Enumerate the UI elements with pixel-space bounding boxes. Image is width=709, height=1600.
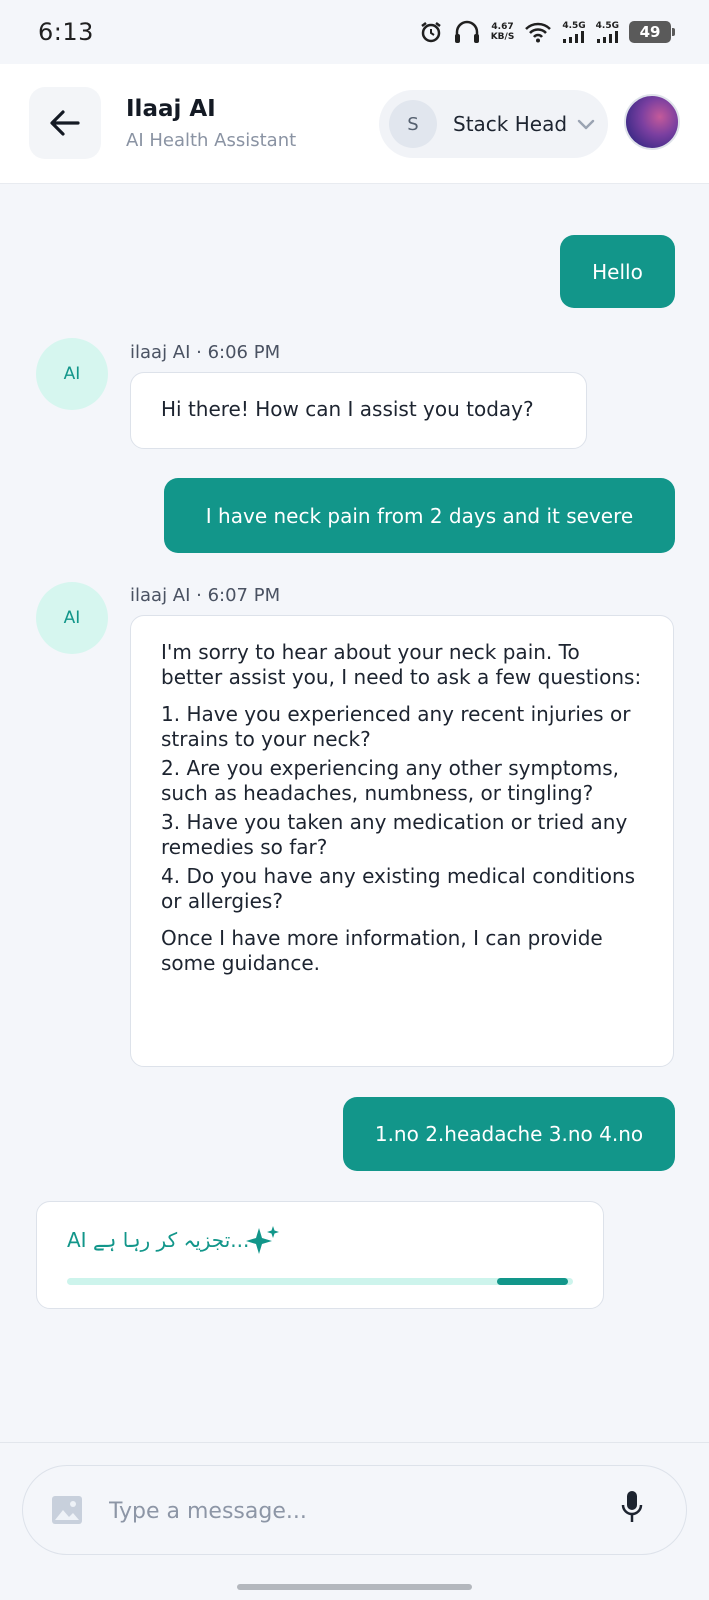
page-title: Ilaaj AI [126,96,216,122]
profile-initial: S [389,100,437,148]
status-time: 6:13 [38,18,94,46]
page-subtitle: AI Health Assistant [126,130,297,151]
user-message: Hello [560,235,675,308]
status-icons: 4.67 KB/S 4.5G 4.5G 49 [419,20,675,44]
battery-icon: 49 [629,21,675,43]
ai-avatar: AI [36,338,108,410]
composer-bar [0,1442,709,1600]
progress-fill [497,1278,568,1285]
alarm-icon [419,20,443,44]
microphone-button[interactable] [621,1490,643,1528]
status-bar: 6:13 4.67 KB/S 4.5G 4.5G 49 [0,0,709,64]
profile-name: Stack Head [453,112,568,136]
arrow-left-icon [50,110,80,136]
sim1-label: 4.5G [562,20,586,31]
ai-message-meta: ilaaj AI · 6:06 PM [130,342,281,363]
net-speed-value: 4.67 [491,22,514,32]
back-button[interactable] [29,87,101,159]
user-avatar[interactable] [624,94,680,150]
wifi-icon [524,21,552,43]
user-message-text: Hello [592,259,643,284]
signal-sim2: 4.5G [595,20,619,43]
net-speed: 4.67 KB/S [491,22,515,42]
headphones-icon [453,20,481,44]
user-message-text: I have neck pain from 2 days and it seve… [205,503,634,528]
ai-message-outro: Once I have more information, I can prov… [161,926,603,975]
ai-question-item: 2. Are you experiencing any other sympto… [161,756,620,805]
analyzing-progress [67,1278,573,1285]
user-message: 1.no 2.headache 3.no 4.no [343,1097,675,1171]
microphone-icon [621,1491,643,1522]
user-message: I have neck pain from 2 days and it seve… [164,478,675,553]
image-attach-button[interactable] [51,1494,83,1530]
battery-level: 49 [639,23,661,41]
ai-question-item: 1. Have you experienced any recent injur… [161,702,631,751]
profile-switcher[interactable]: S Stack Head [379,90,608,158]
ai-message: Hi there! How can I assist you today? [130,372,587,449]
app-header: Ilaaj AI AI Health Assistant S Stack Hea… [0,64,709,184]
ai-message: I'm sorry to hear about your neck pain. … [130,615,674,1067]
net-speed-unit: KB/S [490,32,515,42]
sparkle-icon [245,1224,281,1262]
ai-avatar: AI [36,582,108,654]
home-indicator [237,1584,472,1590]
analyzing-text: AI تجزیہ کر رہا ہے... [67,1228,250,1252]
signal-icon [563,30,585,43]
analyzing-indicator: AI تجزیہ کر رہا ہے... [36,1201,604,1309]
sim2-label: 4.5G [595,20,619,31]
chevron-down-icon [577,118,595,130]
ai-message-intro: I'm sorry to hear about your neck pain. … [161,640,642,689]
user-message-text: 1.no 2.headache 3.no 4.no [374,1122,644,1146]
image-icon [52,1496,82,1524]
message-input[interactable] [109,1491,589,1531]
ai-message-meta: ilaaj AI · 6:07 PM [130,585,281,606]
ai-question-item: 4. Do you have any existing medical cond… [161,864,636,913]
message-composer [22,1465,687,1555]
signal-icon [596,30,618,43]
ai-message-text: Hi there! How can I assist you today? [161,397,534,421]
ai-question-item: 3. Have you taken any medication or trie… [161,810,628,859]
signal-sim1: 4.5G [562,20,586,43]
